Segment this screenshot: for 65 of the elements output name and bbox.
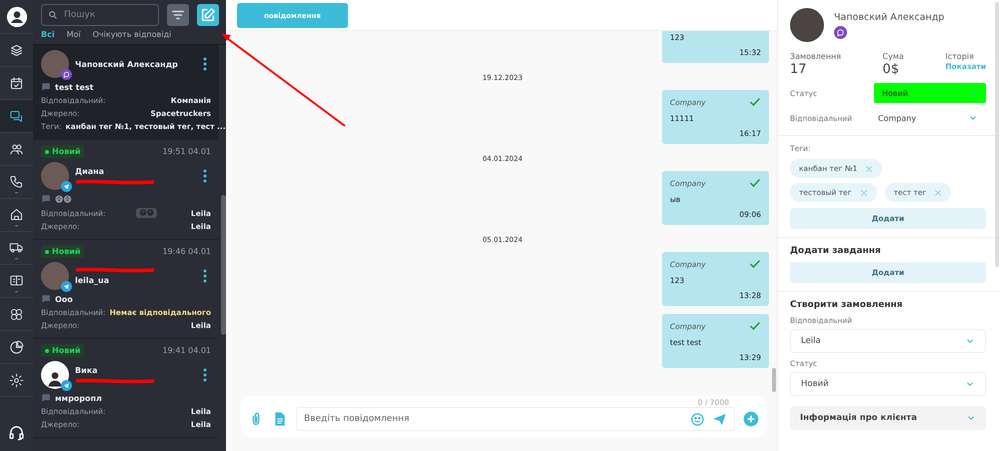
filter-tab[interactable]: Мої bbox=[66, 30, 81, 39]
scrollbar[interactable] bbox=[221, 195, 226, 335]
truck-icon[interactable] bbox=[9, 240, 24, 260]
conversation-time: 19:46 04.01 bbox=[162, 247, 211, 256]
avatar-placeholder bbox=[41, 50, 69, 78]
people-icon[interactable] bbox=[9, 142, 24, 156]
chat-icon[interactable] bbox=[9, 108, 24, 124]
contact-name: Диана bbox=[75, 167, 106, 176]
filter-icon bbox=[171, 8, 185, 22]
filter-tab[interactable]: Очікують відповіді bbox=[92, 30, 172, 39]
section-title: Створити замовлення bbox=[790, 300, 904, 310]
message-preview: test test bbox=[55, 82, 94, 92]
pie-chart-icon[interactable] bbox=[9, 340, 24, 354]
layers-icon[interactable] bbox=[9, 42, 24, 58]
contact-name: Чаповский Александр bbox=[75, 60, 179, 68]
stat-value: 0$ bbox=[882, 62, 900, 77]
more-options-icon[interactable] bbox=[203, 57, 207, 71]
status-dropdown[interactable]: Новий bbox=[874, 83, 986, 103]
stat-value: 17 bbox=[790, 62, 808, 77]
message-icon bbox=[41, 294, 51, 304]
compose-button[interactable] bbox=[197, 4, 219, 26]
section-title: Додати завдання bbox=[790, 246, 882, 256]
message-preview: 😄😄 bbox=[55, 194, 72, 204]
stat-label: Сума bbox=[882, 52, 904, 61]
message-preview: Ооо bbox=[55, 294, 73, 304]
message-icon bbox=[41, 393, 51, 403]
card-icon[interactable] bbox=[9, 273, 24, 293]
stat-label: Замовлення bbox=[790, 52, 841, 61]
headset-icon[interactable] bbox=[8, 424, 25, 441]
contact-name: Чаповский Александр bbox=[834, 12, 944, 22]
more-options-icon[interactable] bbox=[203, 269, 207, 283]
message-icon bbox=[41, 82, 51, 92]
more-options-icon[interactable] bbox=[203, 169, 207, 183]
avatar-placeholder bbox=[41, 262, 69, 290]
scrollbar[interactable] bbox=[995, 2, 999, 267]
responsible-dropdown[interactable]: Company bbox=[868, 109, 986, 127]
message-icon bbox=[41, 194, 51, 204]
responsible-dropdown[interactable]: Leila bbox=[790, 329, 986, 353]
shapes-icon[interactable] bbox=[9, 306, 24, 322]
search-icon bbox=[48, 10, 58, 20]
status-badge: Новий bbox=[41, 145, 84, 158]
contact-name: Вика bbox=[75, 366, 99, 375]
filter-tab[interactable]: Всі bbox=[41, 30, 55, 39]
profile-avatar-icon[interactable] bbox=[6, 6, 28, 28]
status-badge: Новий bbox=[41, 245, 84, 258]
phone-icon[interactable] bbox=[9, 174, 24, 194]
avatar-placeholder bbox=[41, 162, 69, 190]
status-badge: Новий bbox=[41, 344, 84, 357]
conversation-time: 19:51 04.01 bbox=[162, 147, 211, 156]
status-dropdown[interactable]: Новий bbox=[790, 372, 986, 396]
edit-icon bbox=[200, 7, 216, 23]
stat-label: Історія bbox=[945, 52, 975, 61]
home-icon[interactable] bbox=[9, 207, 24, 227]
avatar-placeholder bbox=[790, 8, 824, 42]
conversation-time: 19:41 04.01 bbox=[162, 346, 211, 355]
contact-name: leila_ua bbox=[75, 276, 110, 285]
client-info-accordion[interactable]: Інформація про клієнта bbox=[790, 406, 986, 430]
search-field[interactable]: Пошук bbox=[41, 4, 159, 26]
scrollbar[interactable] bbox=[772, 368, 776, 392]
message-preview: ммроропл bbox=[55, 394, 102, 402]
filter-button[interactable] bbox=[167, 4, 189, 26]
settings-icon[interactable] bbox=[9, 372, 24, 388]
avatar-placeholder bbox=[41, 361, 69, 389]
calendar-icon[interactable] bbox=[9, 76, 24, 90]
more-options-icon[interactable] bbox=[203, 368, 207, 382]
